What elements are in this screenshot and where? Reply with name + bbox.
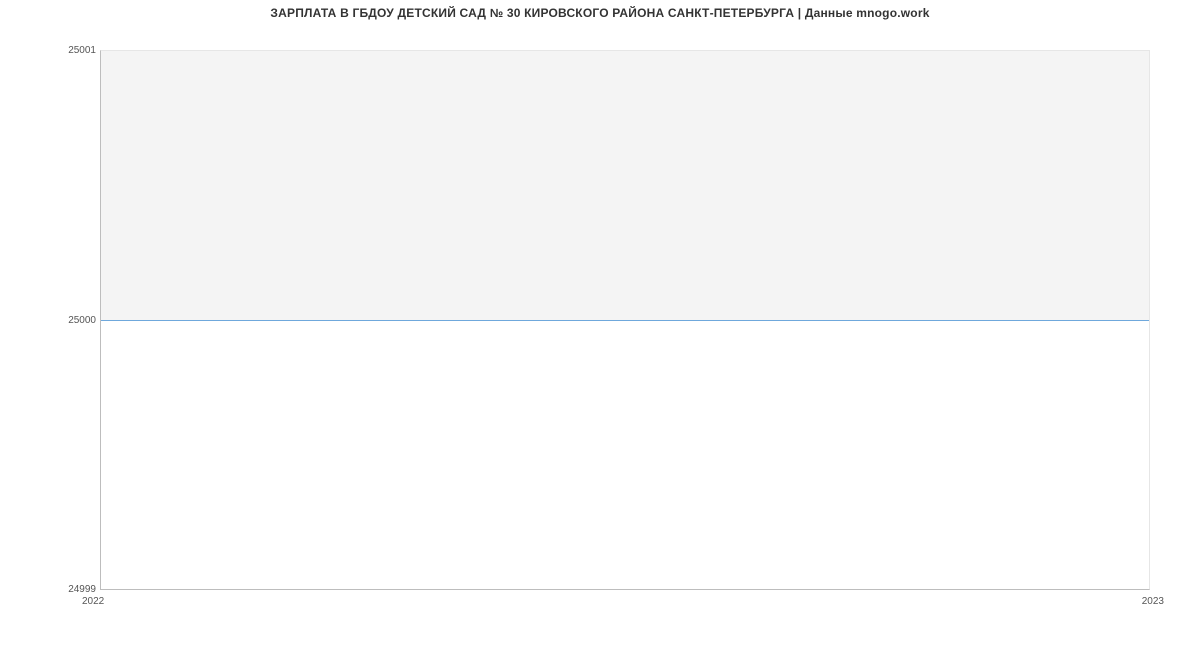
x-tick-2022: 2022 [82,596,104,607]
salary-chart: ЗАРПЛАТА В ГБДОУ ДЕТСКИЙ САД № 30 КИРОВС… [0,0,1200,650]
x-tick-2023: 2023 [1142,596,1164,607]
y-tick-24999: 24999 [68,584,96,595]
plot-area [100,50,1150,590]
series-line [101,320,1149,321]
series-area-fill [101,51,1149,320]
y-tick-25001: 25001 [68,45,96,56]
y-tick-25000: 25000 [68,315,96,326]
chart-title: ЗАРПЛАТА В ГБДОУ ДЕТСКИЙ САД № 30 КИРОВС… [0,6,1200,20]
